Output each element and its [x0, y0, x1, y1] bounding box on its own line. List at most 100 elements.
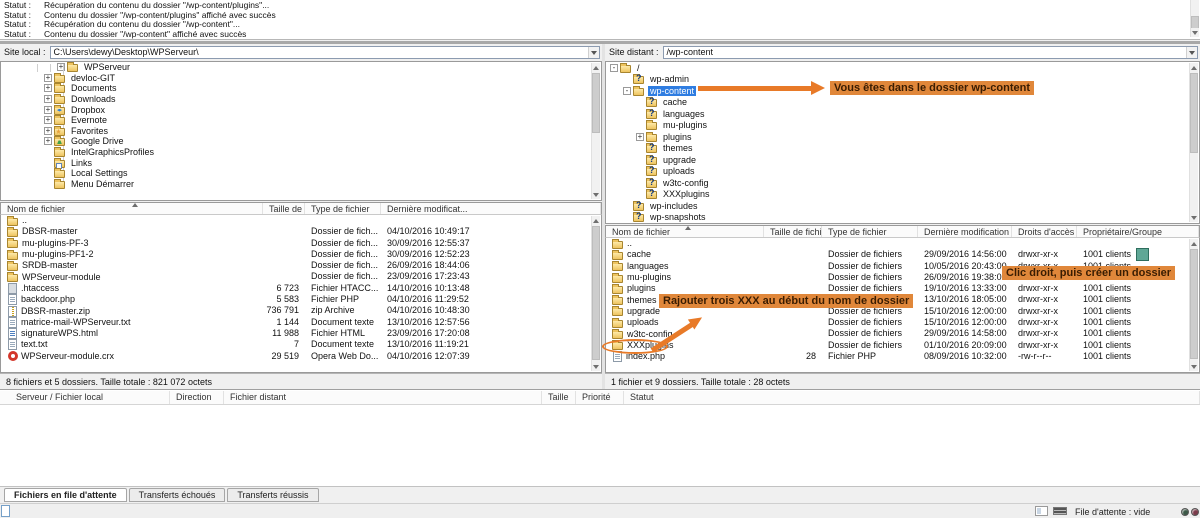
column-header[interactable]: Propriétaire/Groupe	[1077, 226, 1199, 237]
tree-item[interactable]: cache	[606, 97, 1199, 109]
file-cell-modified: 04/10/2016 11:29:52	[381, 294, 601, 305]
column-header[interactable]: Dernière modificat...	[381, 203, 601, 214]
file-row[interactable]: index.php28Fichier PHP08/09/2016 10:32:0…	[606, 351, 1199, 362]
expander-icon[interactable]: +	[44, 116, 52, 124]
expander-icon[interactable]: +	[44, 74, 52, 82]
tree-item[interactable]: +Dropbox	[1, 104, 601, 115]
file-row[interactable]: ..	[606, 238, 1199, 249]
directory-compare-icon[interactable]	[1035, 506, 1048, 516]
tree-item[interactable]: wp-includes	[606, 200, 1199, 212]
tree-item[interactable]: IntelGraphicsProfiles	[1, 147, 601, 158]
column-header[interactable]: Nom de fichier	[1, 203, 263, 214]
file-row[interactable]: SRDB-masterDossier de fich...26/09/2016 …	[1, 260, 601, 271]
file-row[interactable]: backdoor.php5 583Fichier PHP04/10/2016 1…	[1, 294, 601, 305]
scroll-down-icon[interactable]	[1190, 362, 1198, 371]
scroll-up-icon[interactable]	[592, 216, 600, 225]
tree-item[interactable]: +Downloads	[1, 94, 601, 105]
expander-icon[interactable]: -	[610, 64, 618, 72]
column-header[interactable]: Serveur / Fichier local	[0, 391, 170, 404]
tree-item[interactable]: languages	[606, 108, 1199, 120]
chevron-down-icon[interactable]	[588, 47, 599, 58]
tree-item[interactable]: themes	[606, 143, 1199, 155]
remote-path-combobox[interactable]: /wp-content	[663, 46, 1198, 59]
tree-item[interactable]: +devloc-GIT	[1, 73, 601, 84]
tree-item[interactable]: w3tc-config	[606, 177, 1199, 189]
tab-files-queued[interactable]: Fichiers en file d'attente	[4, 488, 127, 502]
scroll-down-icon[interactable]	[1190, 213, 1198, 222]
scroll-down-icon[interactable]	[1191, 28, 1199, 37]
tree-item[interactable]: Local Settings	[1, 168, 601, 179]
column-header[interactable]: Priorité	[576, 391, 624, 404]
file-row[interactable]: DBSR-master.zip736 791zip Archive04/10/2…	[1, 305, 601, 316]
expander-icon[interactable]: +	[44, 95, 52, 103]
file-row[interactable]: text.txt7Document texte13/10/2016 11:19:…	[1, 339, 601, 350]
tree-item[interactable]: +Evernote	[1, 115, 601, 126]
tree-item[interactable]: uploads	[606, 166, 1199, 178]
tree-item[interactable]: wp-snapshots	[606, 212, 1199, 224]
pane-toggle-icon[interactable]	[1, 505, 10, 517]
column-header[interactable]: Dernière modification	[918, 226, 1012, 237]
scroll-down-icon[interactable]	[592, 190, 600, 199]
expander-icon[interactable]: +	[44, 127, 52, 135]
file-cell-size	[764, 238, 822, 249]
local-tree-scrollbar[interactable]	[591, 63, 600, 199]
tree-item-label: WPServeur	[82, 62, 132, 72]
local-path-combobox[interactable]: C:\Users\dewy\Desktop\WPServeur\	[50, 46, 600, 59]
scroll-up-icon[interactable]	[1190, 239, 1198, 248]
scroll-down-icon[interactable]	[592, 362, 600, 371]
scrollbar-thumb[interactable]	[1190, 249, 1198, 359]
tree-item[interactable]: upgrade	[606, 154, 1199, 166]
tree-item[interactable]: +Documents	[1, 83, 601, 94]
expander-icon[interactable]: -	[623, 87, 631, 95]
scrollbar-thumb[interactable]	[592, 73, 600, 133]
column-header[interactable]: Fichier distant	[224, 391, 542, 404]
tree-item[interactable]: +Google Drive	[1, 136, 601, 147]
column-header[interactable]: Droits d'accès	[1012, 226, 1077, 237]
column-header[interactable]: Nom de fichier	[606, 226, 764, 237]
log-scrollbar[interactable]	[1190, 0, 1199, 37]
scroll-up-icon[interactable]	[592, 63, 600, 72]
file-row[interactable]: mu-plugins-PF-3Dossier de fich...30/09/2…	[1, 238, 601, 249]
expander-icon[interactable]: +	[636, 133, 644, 141]
tree-item[interactable]: +WPServeur	[1, 62, 601, 73]
local-files-scrollbar[interactable]	[591, 216, 600, 371]
remote-files-scrollbar[interactable]	[1189, 239, 1198, 371]
column-header[interactable]: Type de fichier	[305, 203, 381, 214]
chevron-down-icon[interactable]	[1186, 47, 1197, 58]
tree-item[interactable]: +Favorites	[1, 126, 601, 137]
file-row[interactable]: w3tc-configDossier de fichiers29/09/2016…	[606, 328, 1199, 339]
file-row[interactable]: signatureWPS.html11 988Fichier HTML23/09…	[1, 328, 601, 339]
file-row[interactable]: pluginsDossier de fichiers19/10/2016 13:…	[606, 283, 1199, 294]
tab-transfers-success[interactable]: Transferts réussis	[227, 488, 318, 502]
expander-icon[interactable]: +	[44, 84, 52, 92]
scrollbar-thumb[interactable]	[1190, 73, 1198, 153]
column-header[interactable]: Taille	[542, 391, 576, 404]
column-header[interactable]: Type de fichier	[822, 226, 918, 237]
tree-item[interactable]: Menu Démarrer	[1, 179, 601, 190]
file-row[interactable]: matrice-mail-WPServeur.txt1 144Document …	[1, 317, 601, 328]
file-row[interactable]: DBSR-masterDossier de fich...04/10/2016 …	[1, 226, 601, 237]
tree-item[interactable]: +plugins	[606, 131, 1199, 143]
tree-item[interactable]: -/	[606, 62, 1199, 74]
file-row[interactable]: WPServeur-module.crx29 519Opera Web Do..…	[1, 351, 601, 362]
file-row[interactable]: mu-plugins-PF1-2Dossier de fich...30/09/…	[1, 249, 601, 260]
expander-icon[interactable]: +	[44, 106, 52, 114]
scrollbar-thumb[interactable]	[592, 226, 600, 360]
file-row[interactable]: .htaccess6 723Fichier HTACC...14/10/2016…	[1, 283, 601, 294]
file-row[interactable]: cacheDossier de fichiers29/09/2016 14:56…	[606, 249, 1199, 260]
file-row[interactable]: ..	[1, 215, 601, 226]
tree-item[interactable]: XXXplugins	[606, 189, 1199, 201]
column-header[interactable]: Statut	[624, 391, 1200, 404]
remote-tree-scrollbar[interactable]	[1189, 63, 1198, 222]
column-header[interactable]: Taille de fichier	[764, 226, 822, 237]
column-header[interactable]: Direction	[170, 391, 224, 404]
column-header[interactable]: Taille de fi...	[263, 203, 305, 214]
expander-icon[interactable]: +	[44, 137, 52, 145]
tree-item[interactable]: mu-plugins	[606, 120, 1199, 132]
file-row[interactable]: WPServeur-moduleDossier de fich...23/09/…	[1, 271, 601, 282]
file-name-cell: backdoor.php	[1, 294, 263, 305]
file-row[interactable]: XXXpluginsDossier de fichiers01/10/2016 …	[606, 340, 1199, 351]
scroll-up-icon[interactable]	[1190, 63, 1198, 72]
tree-item[interactable]: Links	[1, 157, 601, 168]
tab-transfers-failed[interactable]: Transferts échoués	[129, 488, 226, 502]
